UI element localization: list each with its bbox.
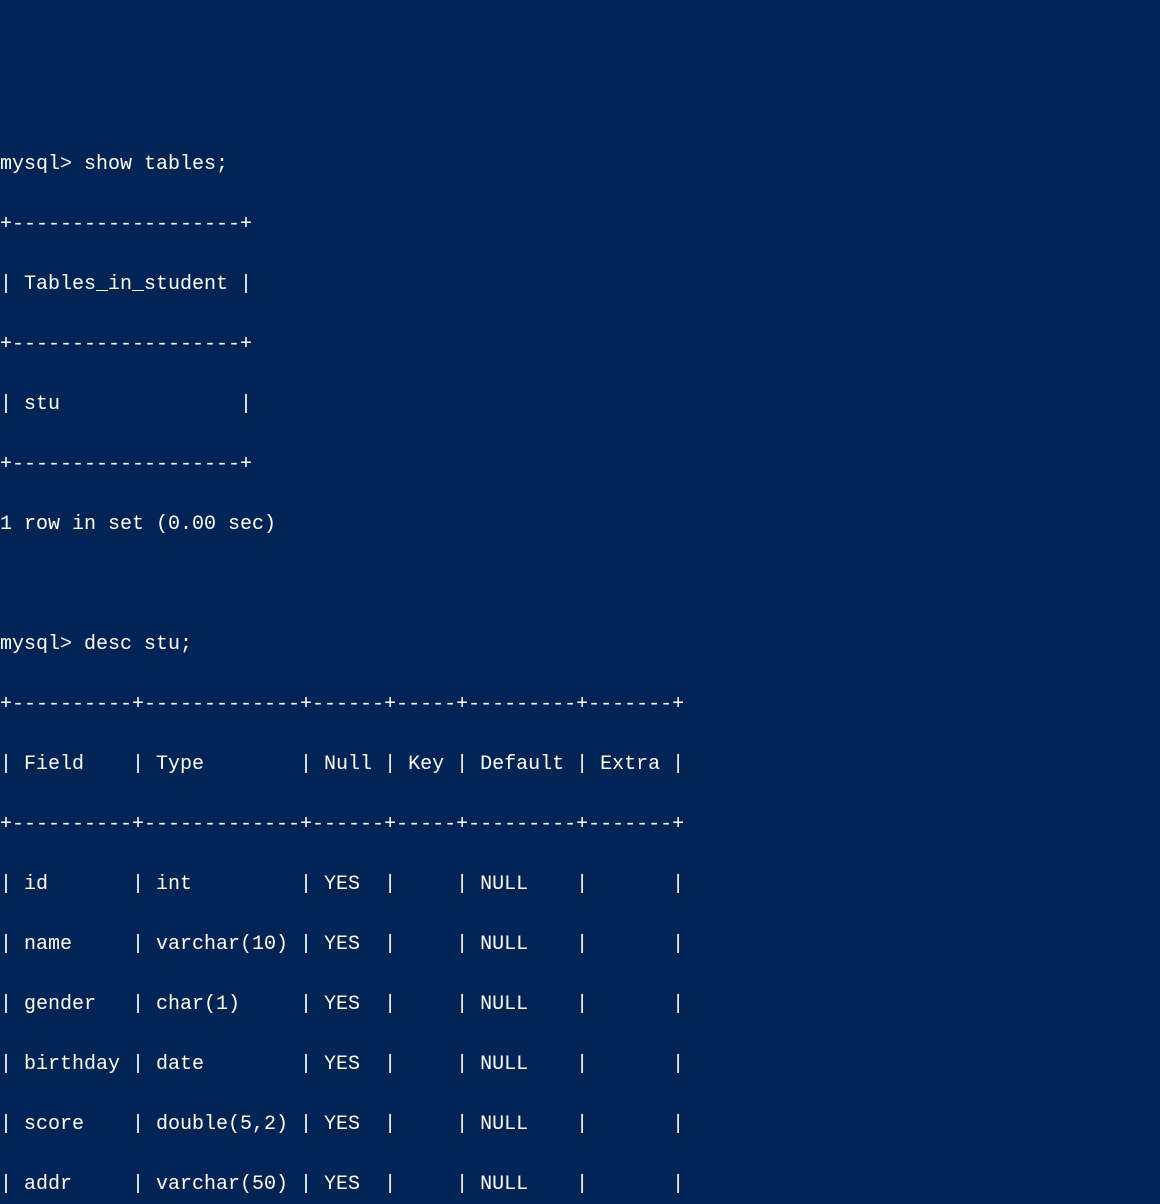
table-border: +----------+-------------+------+-----+-… <box>0 690 1160 720</box>
command-line-1: mysql> show tables; <box>0 150 1160 180</box>
command-line-2: mysql> desc stu; <box>0 630 1160 660</box>
result-status: 1 row in set (0.00 sec) <box>0 510 1160 540</box>
table-row: | stu | <box>0 390 1160 420</box>
blank-line <box>0 570 1160 600</box>
table-header: | Tables_in_student | <box>0 270 1160 300</box>
table-row: | score | double(5,2) | YES | | NULL | | <box>0 1110 1160 1140</box>
table-row: | id | int | YES | | NULL | | <box>0 870 1160 900</box>
table-header: | Field | Type | Null | Key | Default | … <box>0 750 1160 780</box>
table-border: +-------------------+ <box>0 450 1160 480</box>
command-desc-stu: desc stu; <box>84 633 192 656</box>
table-row: | gender | char(1) | YES | | NULL | | <box>0 990 1160 1020</box>
prompt: mysql> <box>0 153 72 176</box>
table-row: | name | varchar(10) | YES | | NULL | | <box>0 930 1160 960</box>
table-border: +----------+-------------+------+-----+-… <box>0 810 1160 840</box>
prompt: mysql> <box>0 633 72 656</box>
table-row: | addr | varchar(50) | YES | | NULL | | <box>0 1170 1160 1200</box>
table-border: +-------------------+ <box>0 210 1160 240</box>
table-row: | birthday | date | YES | | NULL | | <box>0 1050 1160 1080</box>
table-border: +-------------------+ <box>0 330 1160 360</box>
command-show-tables: show tables; <box>84 153 228 176</box>
mysql-terminal[interactable]: mysql> show tables; +-------------------… <box>0 120 1160 1204</box>
